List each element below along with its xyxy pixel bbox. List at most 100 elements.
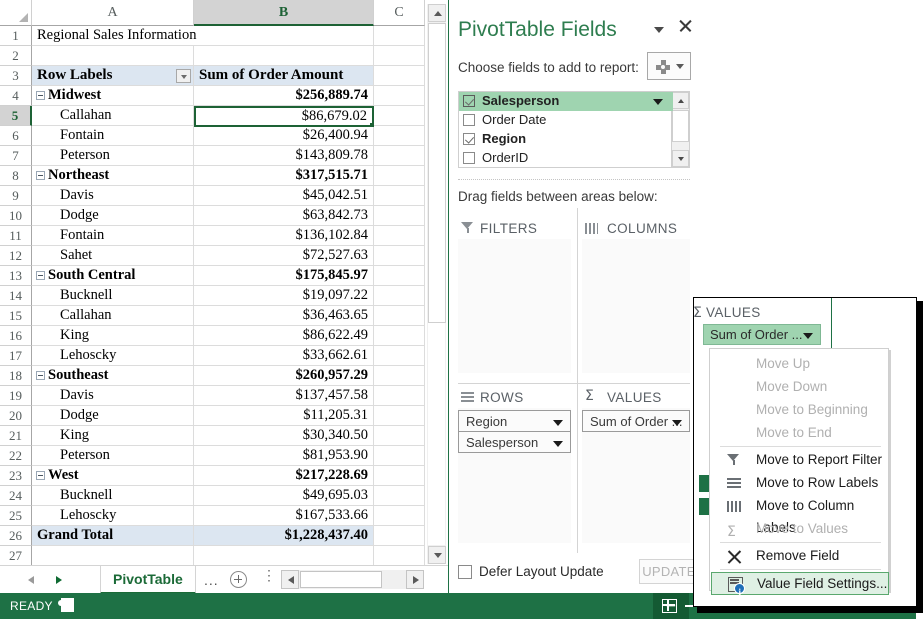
- cell-C26[interactable]: [374, 526, 425, 546]
- cell-B12-value[interactable]: $72,527.63: [194, 246, 374, 266]
- cell-C14[interactable]: [374, 286, 425, 306]
- cell-B13-value[interactable]: $175,845.97: [194, 266, 374, 286]
- record-macro-icon[interactable]: [58, 598, 75, 613]
- cell-C1[interactable]: [374, 26, 425, 46]
- sheet-tab-overflow[interactable]: ...: [204, 572, 219, 588]
- row-header-19[interactable]: 19: [0, 386, 32, 406]
- chevron-down-icon[interactable]: [672, 420, 682, 426]
- cell-C10[interactable]: [374, 206, 425, 226]
- scroll-up-button[interactable]: [428, 4, 446, 22]
- column-header-b[interactable]: B: [194, 0, 374, 26]
- chevron-down-icon[interactable]: [553, 441, 563, 447]
- cell-C17[interactable]: [374, 346, 425, 366]
- chevron-down-icon[interactable]: [653, 99, 663, 105]
- cell-B20-value[interactable]: $11,205.31: [194, 406, 374, 426]
- cell-C25[interactable]: [374, 506, 425, 526]
- row-header-21[interactable]: 21: [0, 426, 32, 446]
- cell-A13-label[interactable]: South Central: [32, 266, 194, 286]
- cell-C11[interactable]: [374, 226, 425, 246]
- cell-B4-value[interactable]: $256,889.74: [194, 86, 374, 106]
- cell-A17-label[interactable]: Lehoscky: [32, 346, 194, 366]
- cell-B6-value[interactable]: $26,400.94: [194, 126, 374, 146]
- vscroll-thumb[interactable]: [428, 23, 446, 323]
- cell-B11-value[interactable]: $136,102.84: [194, 226, 374, 246]
- cell-B25-value[interactable]: $167,533.66: [194, 506, 374, 526]
- cell-A7-label[interactable]: Peterson: [32, 146, 194, 166]
- scroll-down-button[interactable]: [428, 546, 446, 564]
- add-sheet-button[interactable]: [230, 571, 247, 588]
- column-header-c[interactable]: C: [374, 0, 425, 26]
- cell-A5-label[interactable]: Callahan: [32, 106, 194, 126]
- cell-C19[interactable]: [374, 386, 425, 406]
- cell-B19-value[interactable]: $137,457.58: [194, 386, 374, 406]
- cell-B2[interactable]: [194, 46, 374, 66]
- cell-C9[interactable]: [374, 186, 425, 206]
- cell-A26-label[interactable]: Grand Total: [32, 526, 194, 546]
- cell-B26-value[interactable]: $1,228,437.40: [194, 526, 374, 546]
- row-header-25[interactable]: 25: [0, 506, 32, 526]
- cell-C13[interactable]: [374, 266, 425, 286]
- vertical-scrollbar[interactable]: [426, 4, 446, 564]
- cell-A19-label[interactable]: Davis: [32, 386, 194, 406]
- cell-B27[interactable]: [194, 546, 374, 566]
- cell-B7-value[interactable]: $143,809.78: [194, 146, 374, 166]
- hscroll-left-button[interactable]: [281, 570, 299, 589]
- cell-A21-label[interactable]: King: [32, 426, 194, 446]
- row-header-4[interactable]: 4: [0, 86, 32, 106]
- select-all-corner[interactable]: [0, 0, 32, 26]
- cell-A9-label[interactable]: Davis: [32, 186, 194, 206]
- cell-B22-value[interactable]: $81,953.90: [194, 446, 374, 466]
- cell-A24-label[interactable]: Bucknell: [32, 486, 194, 506]
- cell-C7[interactable]: [374, 146, 425, 166]
- close-icon[interactable]: [677, 18, 693, 34]
- values-field-sum-of-order-amount[interactable]: Sum of Order ...: [582, 410, 690, 432]
- menu-item-value-field-settings[interactable]: Value Field Settings...: [711, 572, 889, 595]
- field-scroll-up-button[interactable]: [672, 92, 689, 109]
- cell-A11-label[interactable]: Fontain: [32, 226, 194, 246]
- row-header-15[interactable]: 15: [0, 306, 32, 326]
- row-header-20[interactable]: 20: [0, 406, 32, 426]
- cell-A15-label[interactable]: Callahan: [32, 306, 194, 326]
- field-item-region[interactable]: Region: [459, 130, 673, 149]
- row-header-14[interactable]: 14: [0, 286, 32, 306]
- cell-C21[interactable]: [374, 426, 425, 446]
- cell-B18-value[interactable]: $260,957.29: [194, 366, 374, 386]
- sheet-tab-pivottable[interactable]: PivotTable: [100, 566, 196, 594]
- field-checkbox-region[interactable]: [463, 133, 475, 145]
- row-header-16[interactable]: 16: [0, 326, 32, 346]
- cell-B16-value[interactable]: $86,622.49: [194, 326, 374, 346]
- field-checkbox-salesperson[interactable]: [463, 95, 475, 107]
- cell-B15-value[interactable]: $36,463.65: [194, 306, 374, 326]
- field-scroll-down-button[interactable]: [672, 150, 689, 167]
- rows-field-salesperson[interactable]: Salesperson: [458, 431, 571, 453]
- cell-C15[interactable]: [374, 306, 425, 326]
- collapse-group-icon[interactable]: [36, 471, 45, 480]
- row-header-13[interactable]: 13: [0, 266, 32, 286]
- cell-A16-label[interactable]: King: [32, 326, 194, 346]
- cell-C23[interactable]: [374, 466, 425, 486]
- cell-C3[interactable]: [374, 66, 425, 86]
- cell-A20-label[interactable]: Dodge: [32, 406, 194, 426]
- cell-A2[interactable]: [32, 46, 194, 66]
- cell-C2[interactable]: [374, 46, 425, 66]
- cell-C12[interactable]: [374, 246, 425, 266]
- row-header-8[interactable]: 8: [0, 166, 32, 186]
- cell-C22[interactable]: [374, 446, 425, 466]
- cell-A14-label[interactable]: Bucknell: [32, 286, 194, 306]
- chevron-down-icon[interactable]: [803, 333, 813, 339]
- filters-drop-area[interactable]: [458, 239, 571, 373]
- cell-B21-value[interactable]: $30,340.50: [194, 426, 374, 446]
- cell-A6-label[interactable]: Fontain: [32, 126, 194, 146]
- collapse-group-icon[interactable]: [36, 171, 45, 180]
- menu-item-move-to-report-filter[interactable]: Move to Report Filter: [711, 449, 889, 472]
- context-field-pill[interactable]: Sum of Order ...: [703, 324, 821, 345]
- cell-C18[interactable]: [374, 366, 425, 386]
- columns-drop-area[interactable]: [582, 239, 690, 373]
- menu-item-move-to-row-labels[interactable]: Move to Row Labels: [711, 472, 889, 495]
- update-button[interactable]: UPDATE: [639, 559, 699, 584]
- field-list-scrollbar[interactable]: [671, 92, 689, 167]
- collapse-group-icon[interactable]: [36, 91, 45, 100]
- row-header-7[interactable]: 7: [0, 146, 32, 166]
- field-item-order-date[interactable]: Order Date: [459, 111, 673, 130]
- cell-A3-row-labels[interactable]: Row Labels: [32, 66, 194, 86]
